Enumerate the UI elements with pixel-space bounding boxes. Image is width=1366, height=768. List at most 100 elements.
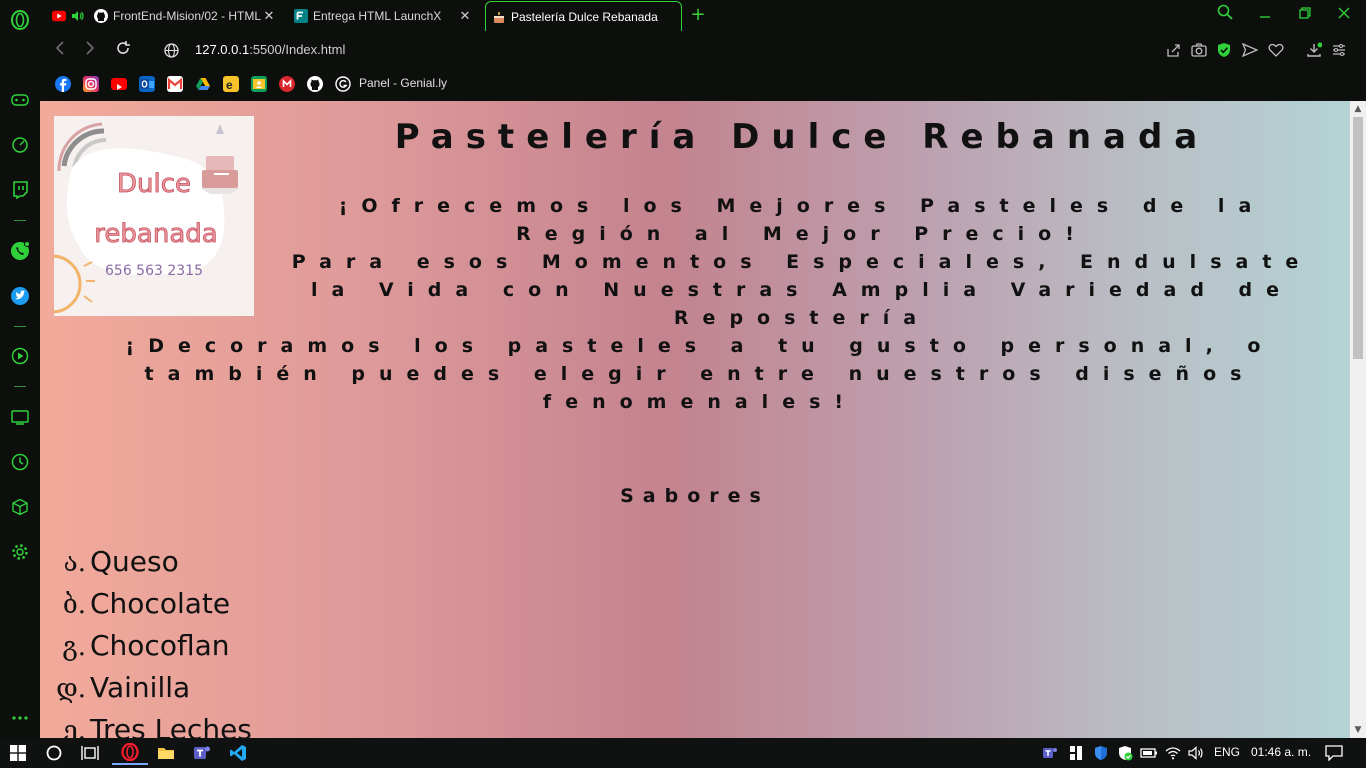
easy-setup-icon[interactable] bbox=[1330, 41, 1348, 59]
bookmark-genially-label[interactable]: Panel - Genial.ly bbox=[359, 76, 447, 90]
player-icon[interactable] bbox=[10, 346, 30, 366]
logo-line2: rebanada bbox=[94, 219, 217, 249]
sidebar-divider bbox=[14, 326, 26, 327]
logo: Dulce rebanada 656 563 2315 bbox=[54, 116, 254, 316]
defender-icon[interactable] bbox=[1090, 741, 1112, 765]
opera-menu-icon[interactable] bbox=[10, 10, 30, 30]
github-icon[interactable] bbox=[307, 76, 323, 92]
more-icon[interactable] bbox=[10, 708, 30, 728]
address-bar: 127.0.0.1:5500/Index.html bbox=[40, 31, 1366, 69]
list-item: დ. Vainilla bbox=[46, 671, 252, 713]
tab-strip: FrontEnd-Mision/02 - HTML ✕ Entrega HTML… bbox=[40, 0, 1366, 31]
page-title: Pastelería Dulce Rebanada bbox=[394, 117, 1210, 157]
search-tabs-icon[interactable] bbox=[1214, 4, 1236, 26]
search-icon[interactable] bbox=[40, 741, 68, 765]
reload-button[interactable] bbox=[113, 40, 133, 60]
settings-icon[interactable] bbox=[10, 542, 30, 562]
logo-line1: Dulce bbox=[117, 169, 191, 199]
task-view-icon[interactable] bbox=[76, 741, 104, 765]
list-item: ე. Tres Leches bbox=[46, 713, 252, 738]
forward-button[interactable] bbox=[80, 40, 100, 60]
vscode-icon[interactable] bbox=[224, 741, 252, 765]
file-explorer-icon[interactable] bbox=[152, 741, 180, 765]
minimize-button[interactable] bbox=[1254, 4, 1276, 26]
wifi-icon[interactable] bbox=[1162, 741, 1184, 765]
decoration-text: ¡Decoramos los pasteles a tu gusto perso… bbox=[125, 335, 1275, 413]
scroll-down-icon[interactable]: ▼ bbox=[1350, 722, 1366, 738]
close-icon[interactable]: ✕ bbox=[458, 9, 472, 23]
logo-phone: 656 563 2315 bbox=[105, 263, 203, 279]
new-tab-button[interactable]: + bbox=[688, 5, 708, 25]
edpuzzle-icon[interactable]: e bbox=[223, 76, 239, 92]
svg-text:e: e bbox=[226, 78, 233, 92]
extensions-icon[interactable] bbox=[10, 497, 30, 517]
tabs-icon[interactable] bbox=[10, 407, 30, 427]
teams-tray-icon[interactable] bbox=[1039, 741, 1061, 765]
share-icon[interactable] bbox=[1164, 41, 1182, 59]
camera-icon[interactable] bbox=[1190, 41, 1208, 59]
cake-icon bbox=[492, 10, 506, 24]
tagline: ¡Ofrecemos los Mejores Pasteles de la Re… bbox=[264, 192, 1340, 332]
globe-icon[interactable] bbox=[162, 41, 180, 59]
flavor-label: Chocolate bbox=[90, 587, 231, 620]
speaker-icon[interactable] bbox=[71, 9, 85, 23]
page-viewport: Dulce rebanada 656 563 2315 Pastelería D… bbox=[40, 101, 1350, 738]
instagram-icon[interactable] bbox=[83, 76, 99, 92]
language-indicator[interactable]: ENG bbox=[1214, 745, 1240, 759]
url-field[interactable]: 127.0.0.1:5500/Index.html bbox=[195, 42, 345, 57]
flavor-label: Tres Leches bbox=[90, 713, 252, 738]
security-check-icon[interactable] bbox=[1114, 741, 1136, 765]
tab-youtube-audio[interactable] bbox=[46, 1, 84, 31]
gx-control-icon[interactable] bbox=[10, 90, 30, 110]
list-item: ა. Queso bbox=[46, 545, 252, 587]
flavors-list: ა. Queso ბ. Chocolate გ. Chocoflan დ. Vainil… bbox=[46, 545, 252, 738]
list-marker: ე. bbox=[63, 716, 86, 738]
youtube-icon bbox=[52, 9, 66, 23]
battery-icon[interactable] bbox=[1138, 741, 1160, 765]
scroll-up-icon[interactable]: ▲ bbox=[1350, 101, 1366, 117]
list-marker: დ. bbox=[56, 674, 86, 704]
history-icon[interactable] bbox=[10, 452, 30, 472]
focus-assist-icon[interactable] bbox=[1065, 741, 1087, 765]
windows-start-icon[interactable] bbox=[4, 741, 32, 765]
tab-github[interactable]: FrontEnd-Mision/02 - HTML ✕ bbox=[88, 1, 284, 31]
tab-pasteleria[interactable]: Pastelería Dulce Rebanada bbox=[485, 1, 682, 31]
restore-button[interactable] bbox=[1294, 4, 1316, 26]
facebook-icon[interactable] bbox=[55, 76, 71, 92]
tab-title: Pastelería Dulce Rebanada bbox=[511, 9, 658, 24]
whatsapp-icon[interactable] bbox=[10, 241, 30, 261]
notifications-icon[interactable] bbox=[1322, 741, 1346, 765]
classroom-icon[interactable] bbox=[251, 76, 267, 92]
volume-icon[interactable] bbox=[1185, 741, 1207, 765]
back-button[interactable] bbox=[50, 40, 70, 60]
opera-taskbar-icon[interactable] bbox=[112, 741, 148, 765]
send-icon[interactable] bbox=[1241, 41, 1259, 59]
page-scrollbar[interactable]: ▲ ▼ bbox=[1350, 101, 1366, 738]
github-icon bbox=[94, 9, 108, 23]
close-window-button[interactable] bbox=[1333, 4, 1355, 26]
close-icon[interactable]: ✕ bbox=[262, 9, 276, 23]
scroll-thumb[interactable] bbox=[1353, 117, 1363, 359]
clock[interactable]: 01:46 a. m. bbox=[1251, 745, 1311, 759]
tab-forms[interactable]: Entrega HTML LaunchX ✕ bbox=[288, 1, 480, 31]
genially-icon[interactable] bbox=[335, 76, 351, 92]
outlook-icon[interactable] bbox=[139, 76, 155, 92]
mega-icon[interactable] bbox=[279, 76, 295, 92]
flavor-label: Queso bbox=[90, 545, 179, 578]
heart-icon[interactable] bbox=[1267, 41, 1285, 59]
windows-taskbar: ENG 01:46 a. m. bbox=[0, 738, 1366, 768]
tab-title: Entrega HTML LaunchX bbox=[313, 9, 442, 23]
flavors-title: Sabores bbox=[620, 485, 770, 507]
teams-icon[interactable] bbox=[188, 741, 216, 765]
list-item: გ. Chocoflan bbox=[46, 629, 252, 671]
flavor-label: Chocoflan bbox=[90, 629, 230, 662]
speed-dial-icon[interactable] bbox=[10, 135, 30, 155]
drive-icon[interactable] bbox=[195, 76, 211, 92]
youtube-icon[interactable] bbox=[111, 78, 127, 90]
twitter-icon[interactable] bbox=[10, 286, 30, 306]
download-icon[interactable] bbox=[1305, 41, 1323, 59]
shield-icon[interactable] bbox=[1215, 41, 1233, 59]
url-path: :5500/Index.html bbox=[249, 42, 346, 57]
gmail-icon[interactable] bbox=[167, 76, 183, 92]
twitch-icon[interactable] bbox=[10, 180, 30, 200]
